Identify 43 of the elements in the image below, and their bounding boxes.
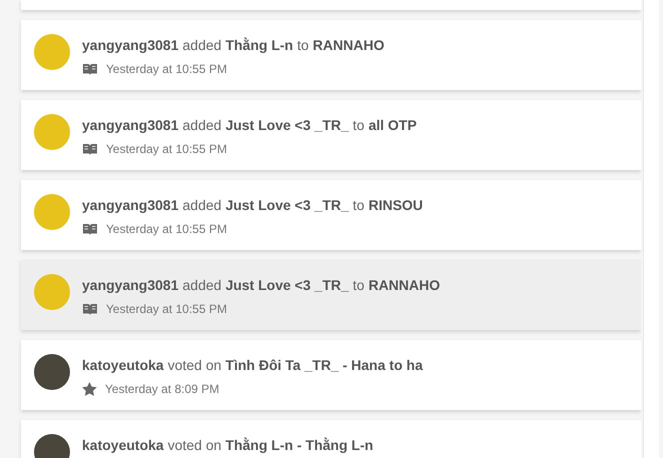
timestamp: Yesterday at 10:55 PM bbox=[106, 221, 227, 238]
username-link[interactable]: yangyang3081 bbox=[82, 115, 178, 136]
list-link[interactable]: RANNAHO bbox=[312, 35, 384, 56]
action-text: added bbox=[182, 196, 222, 215]
connector-text: to bbox=[352, 196, 364, 215]
activity-card[interactable]: yangyang3081 added Just Love <3 _TR_ to RANNAHO Yesterday at 10:55 PM bbox=[21, 260, 641, 330]
activity-card[interactable]: katoyeutoka voted on Thằng L-n - Thằng L-n bbox=[21, 420, 641, 458]
username-link[interactable]: yangyang3081 bbox=[82, 275, 178, 296]
story-link[interactable]: Thằng L-n bbox=[225, 35, 294, 56]
book-icon bbox=[82, 142, 98, 156]
action-text: added bbox=[182, 116, 222, 135]
activity-card[interactable]: katoyeutoka voted on Tình Đôi Ta _TR_ - Hana to ha Yesterday at 8:09 PM bbox=[21, 340, 641, 410]
story-link[interactable]: Tình Đôi Ta _TR_ - Hana to ha bbox=[225, 355, 423, 376]
username-link[interactable]: katoyeutoka bbox=[82, 435, 164, 456]
star-icon bbox=[82, 382, 97, 396]
timestamp: Yesterday at 10:55 PM bbox=[106, 61, 227, 78]
list-link[interactable]: RINSOU bbox=[368, 195, 423, 216]
story-link[interactable]: Thằng L-n - Thằng L-n bbox=[225, 435, 374, 456]
timestamp: Yesterday at 10:55 PM bbox=[106, 301, 227, 318]
story-link[interactable]: Just Love <3 _TR_ bbox=[225, 275, 349, 296]
list-link[interactable]: all OTP bbox=[368, 115, 417, 136]
activity-card[interactable]: yangyang3081 added Just Love <3 _TR_ to all OTP Yesterday at 10:55 PM bbox=[21, 100, 641, 170]
book-icon bbox=[82, 222, 98, 236]
avatar[interactable] bbox=[34, 354, 70, 390]
activity-card[interactable]: yangyang3081 added Just Love <3 _TR_ to RINSOU Yesterday at 10:55 PM bbox=[21, 180, 641, 250]
username-link[interactable]: katoyeutoka bbox=[82, 355, 164, 376]
action-text: added bbox=[182, 36, 222, 55]
action-text: voted on bbox=[168, 356, 222, 375]
action-text: added bbox=[182, 276, 222, 295]
list-link[interactable]: RANNAHO bbox=[368, 275, 440, 296]
story-link[interactable]: Just Love <3 _TR_ bbox=[225, 115, 349, 136]
book-icon bbox=[82, 302, 98, 316]
story-link[interactable]: Just Love <3 _TR_ bbox=[225, 195, 349, 216]
connector-text: to bbox=[352, 116, 364, 135]
timestamp: Yesterday at 10:55 PM bbox=[106, 141, 227, 158]
connector-text: to bbox=[352, 276, 364, 295]
timestamp: Yesterday at 8:09 PM bbox=[105, 381, 220, 398]
connector-text: to bbox=[297, 36, 309, 55]
username-link[interactable]: yangyang3081 bbox=[82, 35, 178, 56]
action-text: voted on bbox=[168, 436, 222, 455]
username-link[interactable]: yangyang3081 bbox=[82, 195, 178, 216]
activity-card[interactable]: yangyang3081 added Thằng L-n to RANNAHO Yesterday at 10:55 PM bbox=[21, 20, 641, 90]
book-icon bbox=[82, 62, 98, 76]
